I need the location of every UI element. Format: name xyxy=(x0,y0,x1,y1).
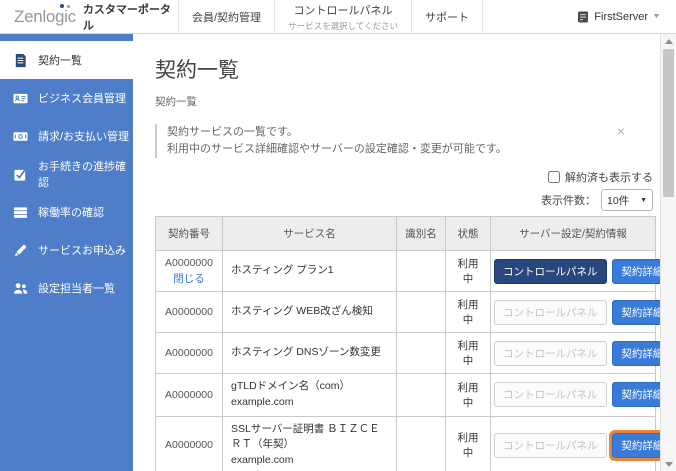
col-header-service: サービス名 xyxy=(222,216,397,252)
brand: Zenlogic カスタマーポータル xyxy=(0,0,178,33)
service-cell: gTLDドメイン名（com） example.com xyxy=(222,373,397,417)
contract-detail-button[interactable]: 契約詳細 xyxy=(612,258,660,284)
account-name: FirstServer xyxy=(594,10,649,23)
notice-line1: 契約サービスの一覧です。 xyxy=(167,126,298,138)
identifier-cell xyxy=(396,250,446,293)
document-icon xyxy=(15,53,26,67)
contract-no-cell: A0000000 閉じる xyxy=(155,250,223,293)
check-square-icon xyxy=(14,167,27,181)
contract-detail-button[interactable]: 契約詳細 xyxy=(612,382,660,408)
nav-support[interactable]: サポート xyxy=(411,0,484,33)
show-cancelled-checkbox[interactable] xyxy=(548,171,560,184)
status-cell: 利用中 xyxy=(445,373,491,417)
actions-cell: コントロールパネル 契約詳細 xyxy=(490,291,660,334)
control-panel-button-disabled: コントロールパネル xyxy=(494,340,607,366)
sidebar-item-procedure-progress[interactable]: お手続きの進捗確認 xyxy=(0,155,133,193)
contracts-table: 契約番号 サービス名 識別名 状態 サーバー設定/契約情報 A0000000 閉… xyxy=(155,216,660,471)
contract-detail-button[interactable]: 契約詳細 xyxy=(612,340,660,366)
contract-no-cell: A0000000 xyxy=(155,373,223,417)
table-row: A0000000 gTLDドメイン名（com） example.com 利用中 … xyxy=(155,373,660,417)
scrollbar-thumb[interactable] xyxy=(663,49,674,197)
scrollbar-up-icon[interactable] xyxy=(661,34,676,48)
contract-detail-button[interactable]: 契約詳細 xyxy=(612,299,660,325)
identifier-cell xyxy=(396,332,446,375)
actions-cell: コントロールパネル 契約詳細 xyxy=(490,332,660,375)
account-menu[interactable]: FirstServer ▼ xyxy=(577,0,676,33)
status-cell: 利用中 xyxy=(445,291,491,334)
table-row: A0000000 ホスティング DNSゾーン数変更 利用中 コントロールパネル … xyxy=(155,332,660,375)
sidebar-item-contract-list[interactable]: 契約一覧 xyxy=(0,41,133,79)
zenlogic-customer-portal: Zenlogic カスタマーポータル 会員/契約管理 コントロールパネル サービ… xyxy=(0,0,676,471)
identifier-cell xyxy=(396,415,446,471)
table-header-row: 契約番号 サービス名 識別名 状態 サーバー設定/契約情報 xyxy=(155,216,656,252)
service-domain: example.com xyxy=(231,395,294,408)
status-cell: 利用中 xyxy=(445,415,491,471)
top-header: Zenlogic カスタマーポータル 会員/契約管理 コントロールパネル サービ… xyxy=(0,0,676,34)
server-account-icon xyxy=(578,11,589,22)
sidebar-item-uptime[interactable]: 稼働率の確認 xyxy=(0,193,133,231)
service-cell: SSLサーバー証明書 ＢＩＺＣＥＲＴ（年契） example.com xyxy=(222,415,397,471)
col-header-identifier: 識別名 xyxy=(396,216,446,252)
vertical-scrollbar[interactable] xyxy=(660,34,676,471)
contract-detail-button-highlighted[interactable]: 契約詳細 xyxy=(609,429,660,461)
page-title: 契約一覧 xyxy=(155,59,239,82)
sidebar-item-billing-payment[interactable]: 請求/お支払い管理 xyxy=(0,117,133,155)
chevron-down-icon: ▼ xyxy=(640,196,647,204)
server-icon xyxy=(13,206,28,218)
table-row: A0000000 閉じる ホスティング プラン1 利用中 コントロールパネル 契… xyxy=(155,250,660,293)
id-card-icon xyxy=(13,93,28,103)
sidebar-item-business-members[interactable]: ビジネス会員管理 xyxy=(0,79,133,117)
table-row: A0000000 ホスティング WEB改ざん検知 利用中 コントロールパネル 契… xyxy=(155,291,660,334)
main-content: 契約一覧 契約一覧 契約サービスの一覧です。 利用中のサービス詳細確認やサーバー… xyxy=(133,34,660,471)
header-nav: 会員/契約管理 コントロールパネル サービスを選択してください サポート xyxy=(178,0,484,33)
nav-member-contract[interactable]: 会員/契約管理 xyxy=(178,0,274,33)
people-icon xyxy=(13,282,28,294)
nav-control-panel[interactable]: コントロールパネル サービスを選択してください xyxy=(274,0,411,33)
actions-cell: コントロールパネル 契約詳細 xyxy=(490,250,660,293)
control-panel-button-disabled: コントロールパネル xyxy=(494,382,607,408)
sidebar-item-admin-list[interactable]: 設定担当者一覧 xyxy=(0,269,133,307)
chevron-down-icon: ▼ xyxy=(652,13,662,20)
per-page-select[interactable]: 10件 ▼ xyxy=(601,189,653,212)
control-panel-button-disabled: コントロールパネル xyxy=(494,299,607,325)
sidebar-item-service-application[interactable]: サービスお申込み xyxy=(0,231,133,269)
identifier-cell xyxy=(396,373,446,417)
service-domain: example.com xyxy=(231,454,294,467)
table-row: A0000000 SSLサーバー証明書 ＢＩＺＣＥＲＴ（年契） example.… xyxy=(155,415,660,471)
per-page-label: 表示件数： xyxy=(541,195,596,208)
identifier-cell xyxy=(396,291,446,334)
actions-cell: コントロールパネル 契約詳細 xyxy=(490,373,660,417)
service-cell: ホスティング プラン1 xyxy=(222,250,397,293)
close-icon[interactable]: × xyxy=(617,124,625,138)
payment-icon xyxy=(13,131,28,141)
portal-label: カスタマーポータル xyxy=(82,3,171,32)
status-cell: 利用中 xyxy=(445,332,491,375)
notice-box: 契約サービスの一覧です。 利用中のサービス詳細確認やサーバーの設定確認・変更が可… xyxy=(155,124,647,159)
service-cell: ホスティング WEB改ざん検知 xyxy=(222,291,397,334)
sidebar: 契約一覧 ビジネス会員管理 請求/お支払い管理 お手続きの進捗確認 稼働率の確認… xyxy=(0,34,133,471)
filters-top: 解約済も表示する 表示件数： 10件 ▼ xyxy=(155,169,655,212)
collapse-link[interactable]: 閉じる xyxy=(164,271,214,286)
breadcrumb: 契約一覧 xyxy=(155,96,197,108)
show-cancelled-row: 解約済も表示する xyxy=(548,169,653,185)
notice-line2: 利用中のサービス詳細確認やサーバーの設定確認・変更が可能です。 xyxy=(167,143,507,156)
contract-no-cell: A0000000 xyxy=(155,415,223,471)
scrollbar-down-icon[interactable] xyxy=(661,457,676,471)
actions-cell: コントロールパネル 契約詳細 xyxy=(490,415,660,471)
status-cell: 利用中 xyxy=(445,250,491,293)
pen-icon xyxy=(14,244,27,256)
zenlogic-logo: Zenlogic xyxy=(14,4,76,26)
col-header-actions: サーバー設定/契約情報 xyxy=(490,216,656,252)
per-page-row: 表示件数： 10件 ▼ xyxy=(541,189,653,212)
contract-no-cell: A0000000 xyxy=(155,291,223,334)
control-panel-button-disabled: コントロールパネル xyxy=(494,432,607,458)
control-panel-button[interactable]: コントロールパネル xyxy=(494,258,607,284)
service-cell: ホスティング DNSゾーン数変更 xyxy=(222,332,397,375)
contract-no-cell: A0000000 xyxy=(155,332,223,375)
col-header-contract-no: 契約番号 xyxy=(155,216,223,252)
col-header-status: 状態 xyxy=(445,216,491,252)
